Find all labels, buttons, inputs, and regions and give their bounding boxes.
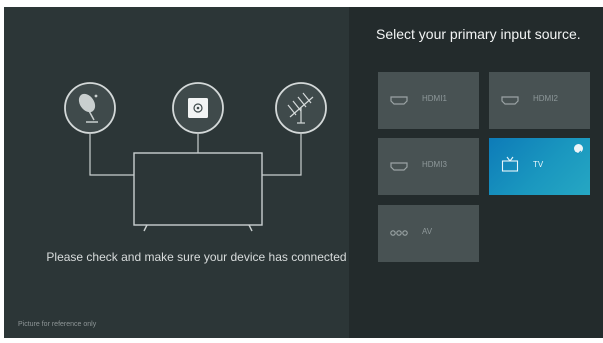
av-jacks-icon (390, 230, 408, 236)
source-tile-av[interactable]: AV (378, 205, 479, 262)
connection-instruction: Please check and make sure your device h… (46, 250, 347, 264)
tv-setup-screen: Please check and make sure your device h… (4, 7, 603, 338)
satellite-dish-icon (64, 82, 116, 134)
hdmi-port-icon (390, 162, 408, 171)
source-label: HDMI3 (422, 160, 447, 169)
source-tile-hdmi3[interactable]: HDMI3 (378, 138, 479, 195)
source-label: AV (422, 227, 433, 236)
connection-diagram (64, 82, 327, 232)
source-label: HDMI1 (422, 94, 447, 103)
tv-icon (501, 156, 519, 172)
source-tile-hdmi2[interactable]: HDMI2 (489, 72, 590, 129)
hdmi-port-icon (390, 96, 408, 105)
source-label: HDMI2 (533, 94, 558, 103)
set-top-box-icon (172, 82, 224, 134)
source-tile-tv[interactable]: TV (489, 138, 590, 195)
hdmi-port-icon (501, 96, 519, 105)
page-title: Select your primary input source. (376, 26, 581, 42)
source-label: TV (533, 160, 544, 169)
reference-disclaimer: Picture for reference only (18, 321, 97, 328)
connection-illustration-panel: Please check and make sure your device h… (4, 7, 349, 338)
input-source-panel: Select your primary input source. HDMI1 … (349, 7, 603, 338)
checkmark-icon (574, 144, 583, 156)
tv-screen-icon (133, 152, 263, 232)
source-tile-hdmi1[interactable]: HDMI1 (378, 72, 479, 129)
antenna-icon (275, 82, 327, 134)
